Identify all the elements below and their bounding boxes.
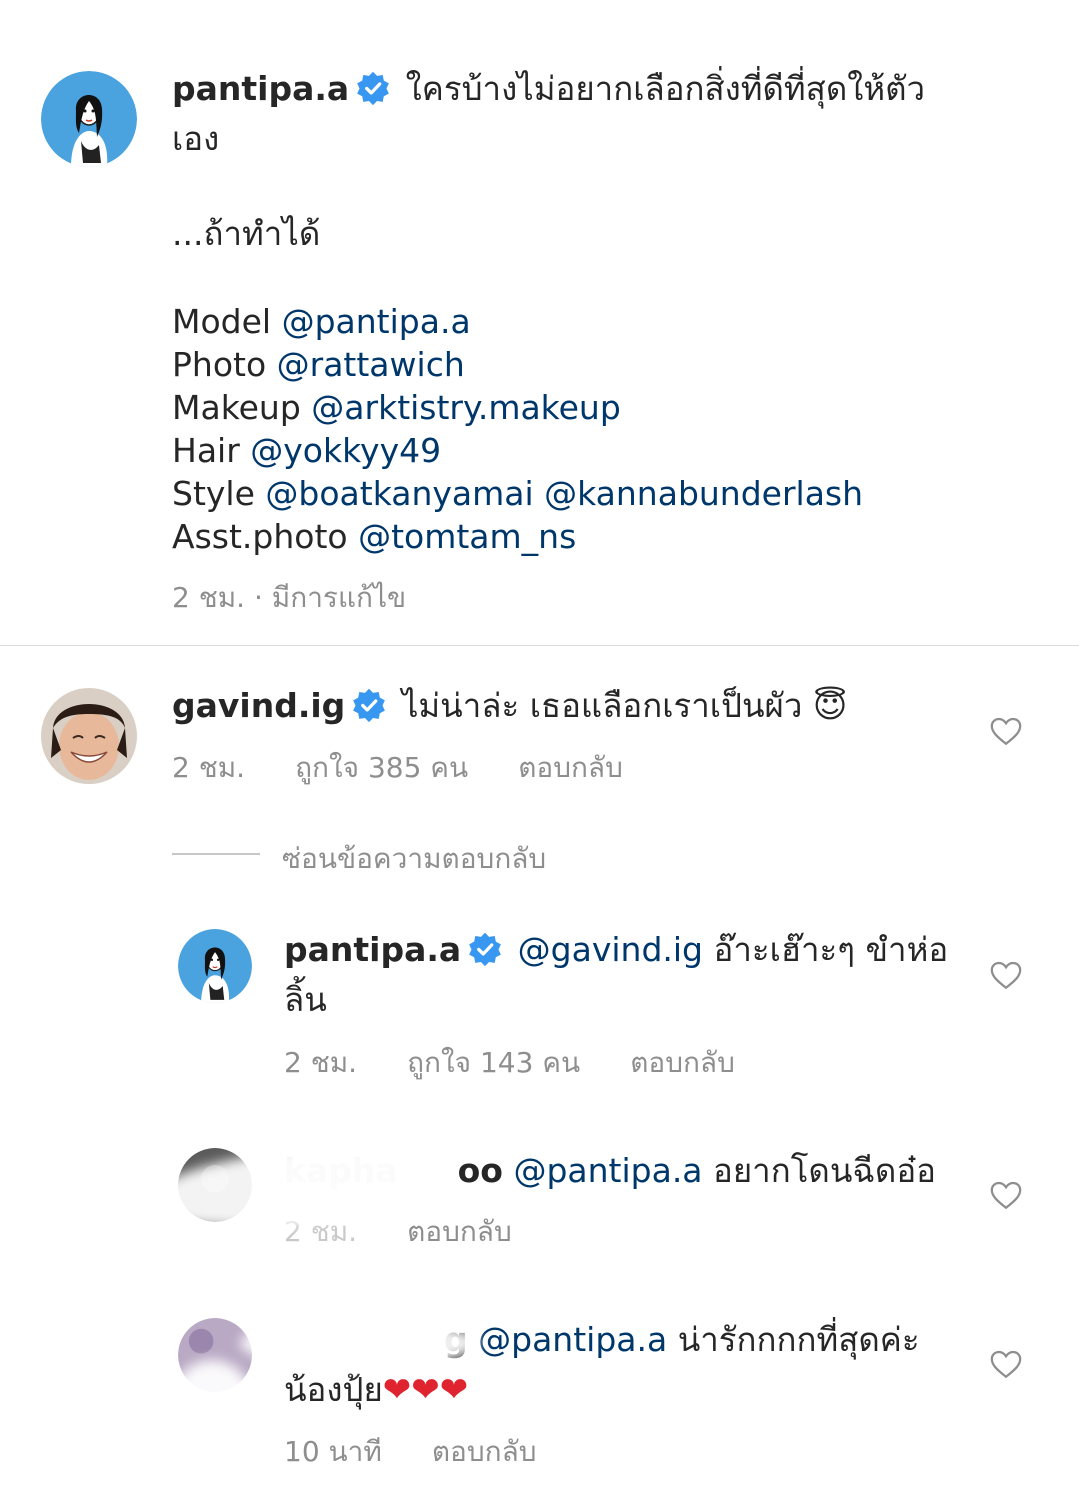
heart-outline-icon[interactable] xyxy=(989,1347,1023,1381)
reply-text: อ๊าะเฮ๊าะๆ ขำห่อ xyxy=(713,930,949,969)
heart-outline-icon[interactable] xyxy=(989,1178,1023,1212)
credit-handle[interactable]: @boatkanyamai @kannabunderlash xyxy=(265,474,863,513)
credit-handle[interactable]: @arktistry.makeup xyxy=(311,388,621,427)
reply-time: 2 ชม. xyxy=(284,1046,358,1079)
caption-line-1: ใครบ้างไม่อยากเลือกสิ่งที่ดีที่สุดให้ตัว xyxy=(405,69,926,108)
post-caption: pantipa.a ใครบ้างไม่อยากเลือกสิ่งที่ดีที… xyxy=(172,64,1032,164)
caption-line-2: เอง xyxy=(172,119,220,158)
comment-gavind: gavind.ig ไม่น่าล่ะ เธอแลือกเราเป็นผัว 😇 xyxy=(172,681,952,731)
reply-username-tail[interactable]: oo xyxy=(458,1151,503,1190)
comment-time: 2 ชม. xyxy=(172,751,246,784)
credit-label: Asst.photo xyxy=(172,517,348,556)
credit-handle[interactable]: @tomtam_ns xyxy=(358,517,576,556)
credit-row: Photo @rattawich xyxy=(172,343,863,386)
credit-handle[interactable]: @rattawich xyxy=(277,345,465,384)
verified-badge-icon xyxy=(355,70,391,106)
credit-label: Makeup xyxy=(172,388,301,427)
reply-time: 10 นาที xyxy=(284,1435,382,1468)
reply-button[interactable]: ตอบกลับ xyxy=(407,1215,512,1248)
reply-text-line2: น้องปุ้ย xyxy=(284,1370,383,1409)
comment-meta: 2 ชม. ถูกใจ 385 คน ตอบกลับ xyxy=(172,746,673,790)
caption-line-3: ...ถ้าทำได้ xyxy=(172,214,321,253)
avatar-pantipa[interactable] xyxy=(41,71,137,167)
reply-button[interactable]: ตอบกลับ xyxy=(432,1435,537,1468)
comment-username[interactable]: gavind.ig xyxy=(172,686,345,725)
divider xyxy=(0,645,1079,646)
verified-badge-icon xyxy=(467,931,503,967)
post-meta: 2 ชม. · มีการแก้ไข xyxy=(172,581,407,614)
credit-label: Style xyxy=(172,474,255,513)
comment-likes[interactable]: ถูกใจ 385 คน xyxy=(295,751,468,784)
post-username[interactable]: pantipa.a xyxy=(172,69,349,108)
reply-mention[interactable]: @pantipa.a xyxy=(478,1320,667,1359)
reply-mention[interactable]: @pantipa.a xyxy=(513,1151,702,1190)
hide-replies-button[interactable]: ซ่อนข้อความตอบกลับ xyxy=(282,837,546,881)
credit-row: Asst.photo @tomtam_ns xyxy=(172,515,863,558)
avatar-gavind[interactable] xyxy=(41,688,137,784)
credit-row: Makeup @arktistry.makeup xyxy=(172,386,863,429)
redaction-scribble xyxy=(172,1360,252,1440)
red-hearts-emoji: ❤❤❤ xyxy=(382,1370,469,1410)
heart-outline-icon[interactable] xyxy=(989,714,1023,748)
halo-emoji: 😇 xyxy=(812,686,848,725)
redaction-scribble xyxy=(240,1318,480,1368)
reply-text: อยากโดนฉีดอ๋อ xyxy=(713,1151,936,1190)
heart-outline-icon[interactable] xyxy=(989,958,1023,992)
comment-text: ไม่น่าล่ะ เธอแลือกเราเป็นผัว xyxy=(401,686,803,725)
credit-handle[interactable]: @yokkyy49 xyxy=(250,431,441,470)
reply-text: น่ารักกกกที่สุดค่ะ xyxy=(677,1320,920,1359)
reply-button[interactable]: ตอบกลับ xyxy=(630,1046,735,1079)
reply-button[interactable]: ตอบกลับ xyxy=(518,751,623,784)
reply-likes[interactable]: ถูกใจ 143 คน xyxy=(407,1046,580,1079)
credit-label: Hair xyxy=(172,431,240,470)
verified-badge-icon xyxy=(351,687,387,723)
reply-mention[interactable]: @gavind.ig xyxy=(518,930,703,969)
reply-pantipa: pantipa.a @gavind.ig อ๊าะเฮ๊าะๆ ขำห่อ ลิ… xyxy=(284,925,964,1025)
reply-meta: 2 ชม. ถูกใจ 143 คน ตอบกลับ xyxy=(284,1041,785,1085)
credit-handle[interactable]: @pantipa.a xyxy=(282,302,471,341)
reply-text-line2: ลิ้น xyxy=(284,980,327,1019)
hide-replies-line xyxy=(172,853,260,855)
credit-row: Model @pantipa.a xyxy=(172,300,863,343)
avatar-pantipa-reply[interactable] xyxy=(178,929,252,1003)
credit-label: Photo xyxy=(172,345,267,384)
credit-row: Style @boatkanyamai @kannabunderlash xyxy=(172,472,863,515)
credit-label: Model xyxy=(172,302,272,341)
credit-row: Hair @yokkyy49 xyxy=(172,429,863,472)
reply-meta: 10 นาที ตอบกลับ xyxy=(284,1430,587,1474)
credits-list: Model @pantipa.a Photo @rattawich Makeup… xyxy=(172,300,863,558)
comments-screen: pantipa.a ใครบ้างไม่อยากเลือกสิ่งที่ดีที… xyxy=(0,0,1079,1505)
reply-username[interactable]: pantipa.a xyxy=(284,930,461,969)
